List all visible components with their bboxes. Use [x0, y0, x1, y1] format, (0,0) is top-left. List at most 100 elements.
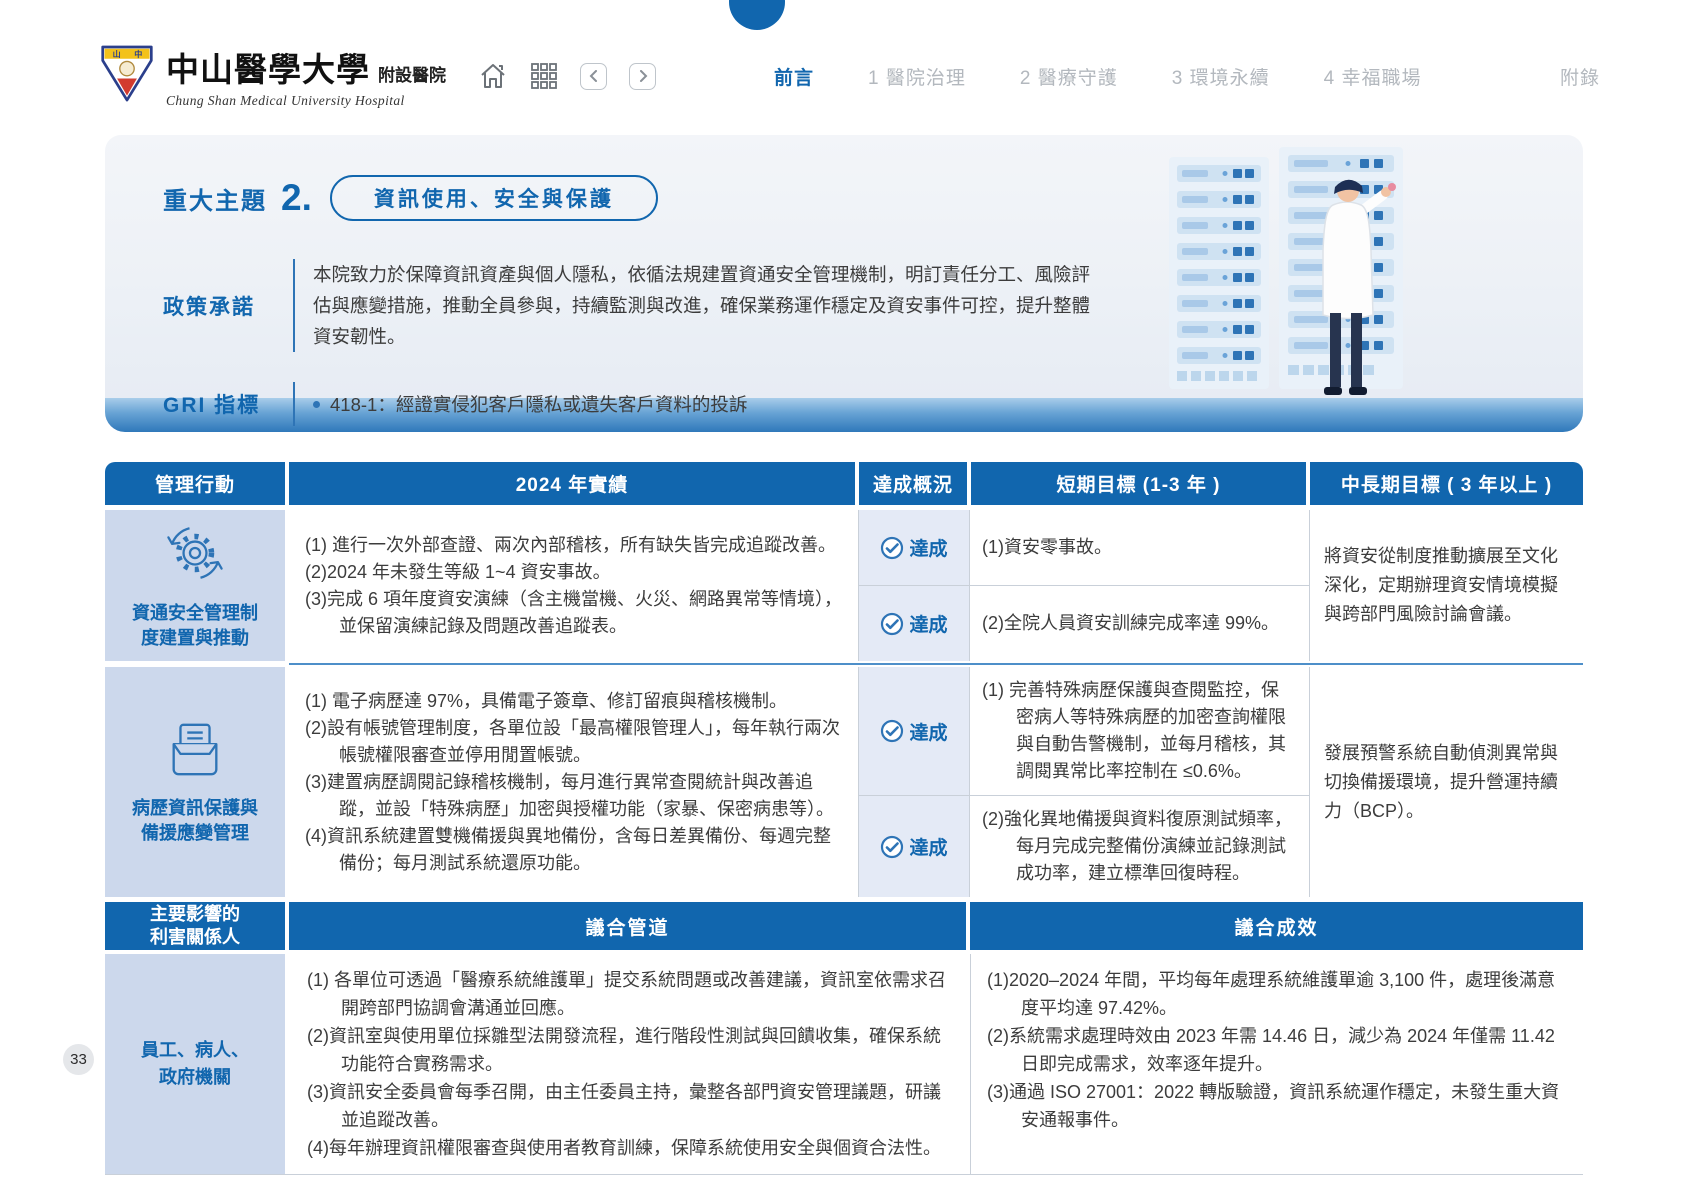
nav-governance[interactable]: 1 醫院治理: [868, 63, 966, 90]
status-badge: 達成: [859, 796, 970, 897]
status-badge: 達成: [859, 586, 970, 661]
table-row-information-security: 資通安全管理制度建置與推動 (1) 進行一次外部查證、兩次內部稽核，所有缺失皆完…: [105, 510, 1583, 661]
action-cell: 資通安全管理制度建置與推動: [105, 510, 285, 661]
action-title: 病歷資訊保護與備援應變管理: [130, 796, 260, 846]
header-achievement-status: 達成概況: [859, 462, 967, 505]
logo-text: 中山醫學大學 附設醫院 Chung Shan Medical Universit…: [166, 43, 446, 109]
achievement-item: (3)建置病歷調閱記錄稽核機制，每月進行異常查閱統計與改善追蹤，並設「特殊病歷」…: [305, 769, 842, 823]
nav-workplace[interactable]: 4 幸福職場: [1324, 63, 1422, 90]
status-label: 達成: [909, 718, 947, 745]
table-row-medical-records: 病歷資訊保護與備援應變管理 (1) 電子病歷達 97%，具備電子簽章、修訂留痕與…: [105, 667, 1583, 897]
stakeholder-text: 員工、病人、政府機關: [138, 1037, 253, 1091]
action-title: 資通安全管理制度建置與推動: [130, 601, 260, 651]
check-circle-icon: [880, 835, 904, 859]
topic-number: 2.: [281, 177, 312, 219]
engagement-effects-cell: (1)2020–2024 年間，平均每年處理系統維護單逾 3,100 件，處理後…: [970, 954, 1582, 1174]
achievements-cell: (1) 進行一次外部查證、兩次內部稽核，所有缺失皆完成追蹤改善。 (2)2024…: [289, 510, 858, 661]
channel-item: (3)資訊安全委員會每季召開，由主任委員主持，彙整各部門資安管理議題，研議並追蹤…: [307, 1078, 952, 1134]
status-label: 達成: [909, 534, 947, 561]
policy-label: 政策承諾: [163, 291, 293, 321]
achievement-item: (4)資訊系統建置雙機備援與異地備份，含每日差異備份、每週完整備份；每月測試系統…: [305, 823, 842, 877]
policy-text: 本院致力於保障資訊資產與個人隱私，依循法規建置資通安全管理機制，明訂責任分工、風…: [293, 259, 1103, 352]
header-engagement-channels: 議合管道: [289, 902, 966, 950]
hospital-name-sub: 附設醫院: [378, 61, 446, 86]
svg-text:山: 山: [113, 48, 121, 58]
check-circle-icon: [880, 536, 904, 560]
topic-title-pill: 資訊使用、安全與保護: [330, 175, 658, 221]
achievements-cell: (1) 電子病歷達 97%，具備電子簽章、修訂留痕與稽核機制。 (2)設有帳號管…: [289, 667, 858, 897]
status-label: 達成: [909, 833, 947, 860]
stakeholder-cell: 員工、病人、政府機關: [105, 954, 285, 1174]
engagement-header-row: 主要影響的利害關係人 議合管道 議合成效: [105, 902, 1583, 950]
channel-item: (2)資訊室與使用單位採雛型法開發流程，進行階段性測試與回饋收集，確保系統功能符…: [307, 1022, 952, 1078]
short-term-goal-cell: (1) 完善特殊病歷保護與查閱監控，保密病人等特殊病歷的加密查詢權限與自動告警機…: [970, 667, 1308, 795]
check-circle-icon: [880, 719, 904, 743]
report-page: 山 中 中山醫學大學 附設醫院 Chung Shan Medical Unive…: [0, 0, 1697, 1200]
header-long-term-goals: 中長期目標 ( 3 年以上 ): [1310, 462, 1583, 505]
topic-label: 重大主題: [163, 181, 267, 216]
reader-toolbar: [478, 61, 656, 91]
grid-icon[interactable]: [530, 62, 558, 90]
long-term-goal-cell: 將資安從制度推動擴展至文化深化，定期辦理資安情境模擬與跨部門風險討論會議。: [1309, 510, 1583, 661]
goal-text: (1)資安零事故。: [982, 534, 1296, 561]
nav-medical-care[interactable]: 2 醫療守護: [1020, 63, 1118, 90]
bullet-dot-icon: [313, 401, 320, 408]
effect-item: (2)系統需求處理時效由 2023 年需 14.46 日，減少為 2024 年僅…: [987, 1022, 1566, 1078]
gri-item-text: 418-1：經證實侵犯客戶隱私或遺失客戶資料的投訴: [330, 389, 747, 420]
long-term-goal-cell: 發展預警系統自動偵測異常與切換備援環境，提升營運持續力（BCP）。: [1309, 667, 1583, 897]
achievement-item: (1) 進行一次外部查證、兩次內部稽核，所有缺失皆完成追蹤改善。: [305, 532, 842, 559]
action-cell: 病歷資訊保護與備援應變管理: [105, 667, 285, 897]
header-stakeholders: 主要影響的利害關係人: [105, 902, 285, 950]
engagement-channels-cell: (1) 各單位可透過「醫療系統維護單」提交系統問題或改善建議，資訊室依需求召開跨…: [289, 954, 970, 1174]
short-term-goal-cell: (1)資安零事故。: [970, 510, 1308, 585]
nav-appendix[interactable]: 附錄: [1560, 63, 1600, 90]
hospital-logo: 山 中 中山醫學大學 附設醫院 Chung Shan Medical Unive…: [100, 43, 446, 109]
nav-environment[interactable]: 3 環境永續: [1172, 63, 1270, 90]
status-goal-group: 達成 (1)資安零事故。 達成 (2)全院人員資安訓練完成率達 99%。: [858, 510, 1309, 661]
nav-foreword[interactable]: 前言: [774, 63, 814, 90]
archive-box-icon: [164, 719, 226, 786]
home-icon[interactable]: [478, 61, 508, 91]
header-short-term-goals: 短期目標 (1-3 年 ): [971, 462, 1306, 505]
effect-item: (1)2020–2024 年間，平均每年處理系統維護單逾 3,100 件，處理後…: [987, 966, 1566, 1022]
check-circle-icon: [880, 612, 904, 636]
status-goal-subrow: 達成 (1)資安零事故。: [859, 510, 1309, 585]
svg-text:中: 中: [134, 48, 142, 58]
page-number: 33: [63, 1044, 94, 1075]
status-badge: 達成: [859, 510, 970, 585]
effect-item: (3)通過 ISO 27001：2022 轉版驗證，資訊系統運作穩定，未發生重大…: [987, 1078, 1566, 1134]
status-goal-subrow: 達成 (1) 完善特殊病歷保護與查閱監控，保密病人等特殊病歷的加密查詢權限與自動…: [859, 667, 1309, 795]
next-page-icon[interactable]: [629, 63, 656, 90]
prev-page-icon[interactable]: [580, 63, 607, 90]
short-term-goal-cell: (2)強化異地備援與資料復原測試頻率，每月完成完整備份演練並記錄測試成功率，建立…: [970, 796, 1308, 897]
goal-text: (2)全院人員資安訓練完成率達 99%。: [982, 610, 1296, 637]
header-2024-results: 2024 年實績: [289, 462, 855, 505]
status-badge: 達成: [859, 667, 970, 795]
pennant-logo-icon: 山 中: [100, 44, 154, 109]
topic-hero: 重大主題 2. 資訊使用、安全與保護 政策承諾 本院致力於保障資訊資產與個人隱私…: [105, 135, 1583, 398]
hospital-name-main: 中山醫學大學: [166, 43, 370, 91]
status-label: 達成: [909, 610, 947, 637]
status-goal-group: 達成 (1) 完善特殊病歷保護與查閱監控，保密病人等特殊病歷的加密查詢權限與自動…: [858, 667, 1309, 897]
short-term-goal-cell: (2)全院人員資安訓練完成率達 99%。: [970, 586, 1308, 661]
achievement-item: (2)2024 年未發生等級 1~4 資安事故。: [305, 559, 842, 586]
status-goal-subrow: 達成 (2)全院人員資安訓練完成率達 99%。: [859, 585, 1309, 661]
status-goal-subrow: 達成 (2)強化異地備援與資料復原測試頻率，每月完成完整備份演練並記錄測試成功率…: [859, 795, 1309, 897]
table-header-row: 管理行動 2024 年實績 達成概況 短期目標 (1-3 年 ) 中長期目標 (…: [105, 462, 1583, 505]
goal-text: (1) 完善特殊病歷保護與查閱監控，保密病人等特殊病歷的加密查詢權限與自動告警機…: [982, 677, 1296, 785]
gri-label: GRI 指標: [163, 389, 293, 419]
long-term-text: 將資安從制度推動擴展至文化深化，定期辦理資安情境模擬與跨部門風險討論會議。: [1324, 542, 1569, 629]
gear-cycle-icon: [162, 520, 228, 591]
achievement-item: (3)完成 6 項年度資安演練（含主機當機、火災、網路異常等情境），並保留演練記…: [305, 586, 842, 640]
top-center-tab: [729, 0, 785, 30]
management-table: 管理行動 2024 年實績 達成概況 短期目標 (1-3 年 ) 中長期目標 (…: [105, 462, 1583, 1175]
engagement-row: 員工、病人、政府機關 (1) 各單位可透過「醫療系統維護單」提交系統問題或改善建…: [105, 954, 1583, 1175]
header-engagement-effects: 議合成效: [970, 902, 1583, 950]
channel-item: (1) 各單位可透過「醫療系統維護單」提交系統問題或改善建議，資訊室依需求召開跨…: [307, 966, 952, 1022]
achievement-item: (1) 電子病歷達 97%，具備電子簽章、修訂留痕與稽核機制。: [305, 688, 842, 715]
channel-item: (4)每年辦理資訊權限審查與使用者教育訓練，保障系統使用安全與個資合法性。: [307, 1134, 952, 1162]
server-rack-illustration: [1167, 143, 1405, 405]
achievement-item: (2)設有帳號管理制度，各單位設「最高權限管理人」，每年執行兩次帳號權限審查並停…: [305, 715, 842, 769]
main-nav: 前言 1 醫院治理 2 醫療守護 3 環境永續 4 幸福職場 附錄: [774, 63, 1600, 90]
header-management-action: 管理行動: [105, 462, 285, 505]
